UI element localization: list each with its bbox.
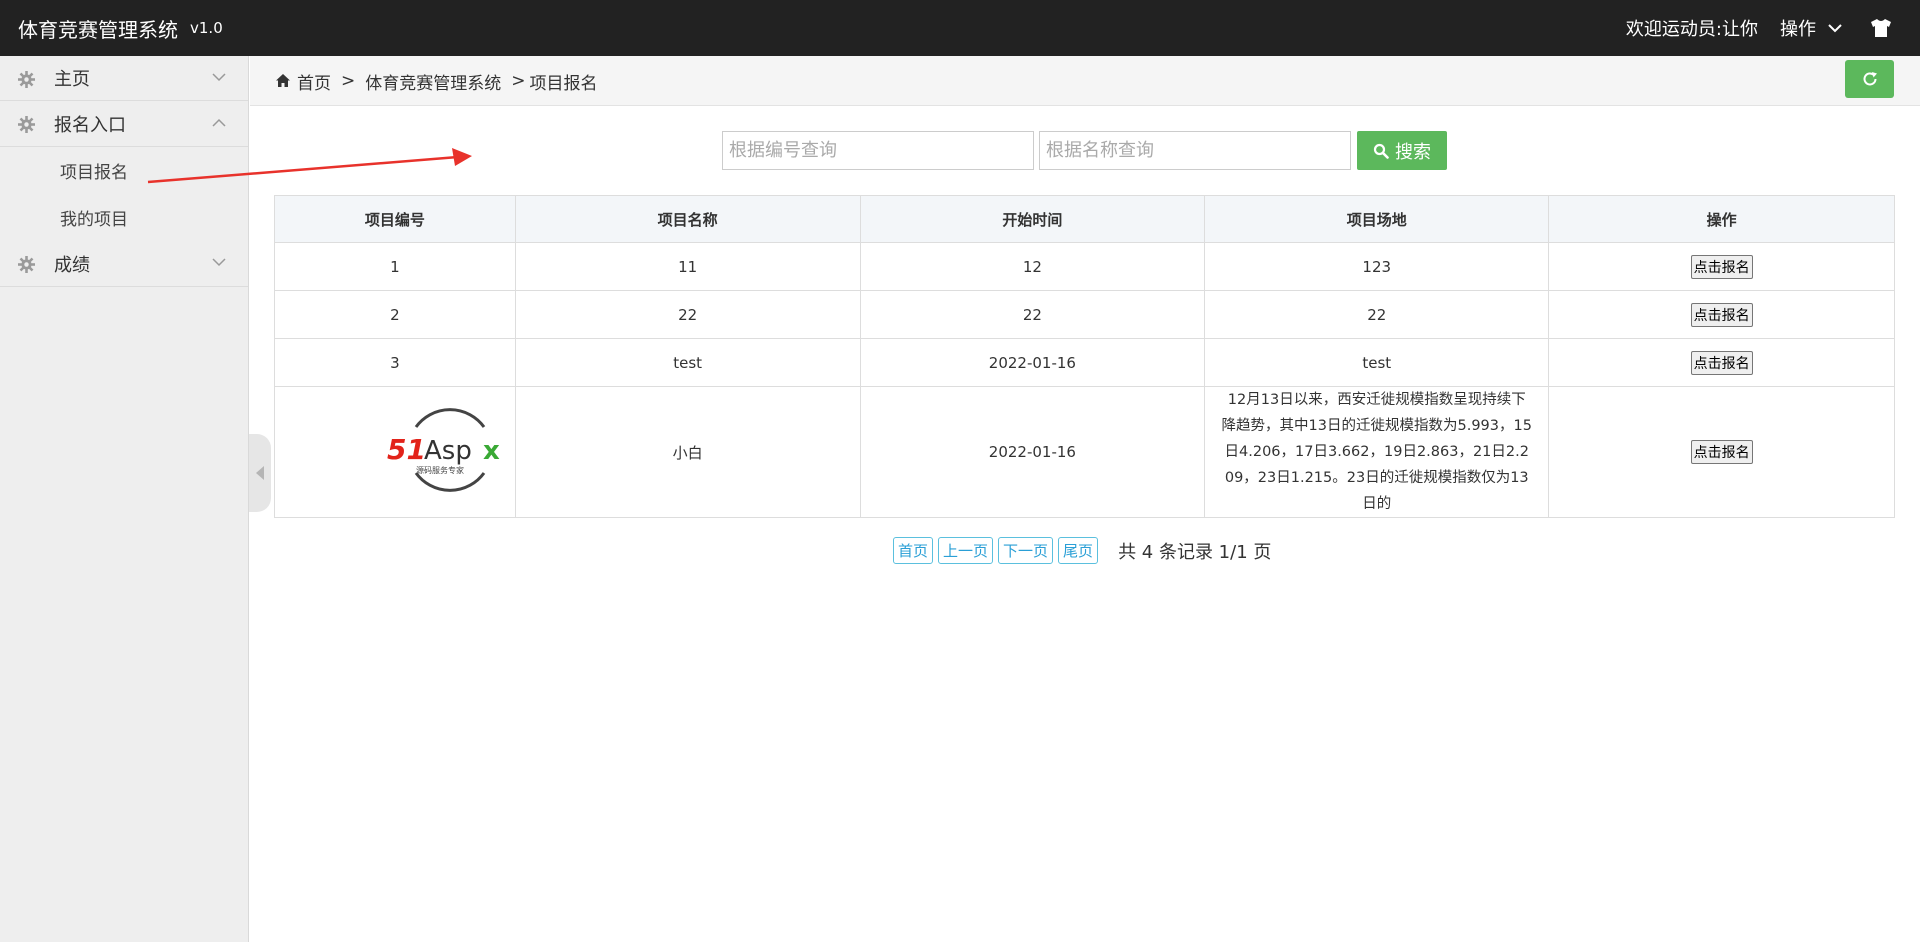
venue-description: 12月13日以来，西安迁徙规模指数呈现持续下降趋势，其中13日的迁徙规模指数为5… bbox=[1221, 392, 1532, 512]
cell-venue: 123 bbox=[1204, 242, 1550, 291]
pagination-info: 共 4 条记录 1/1 页 bbox=[1118, 541, 1272, 563]
breadcrumb-separator: > bbox=[511, 71, 526, 91]
operations-dropdown[interactable]: 操作 bbox=[1780, 15, 1842, 41]
svg-text:51: 51 bbox=[387, 433, 426, 466]
cell-venue: test bbox=[1204, 338, 1550, 387]
cell-action: 点击报名 bbox=[1548, 338, 1895, 387]
breadcrumb-separator: > bbox=[341, 71, 356, 91]
sidebar-group-label: 报名入口 bbox=[54, 114, 126, 136]
tshirt-icon[interactable] bbox=[1870, 16, 1894, 40]
svg-text:x: x bbox=[483, 436, 500, 466]
caret-left-icon bbox=[256, 466, 264, 480]
cell-id: 2 bbox=[274, 290, 516, 339]
cell-name: 22 bbox=[514, 290, 861, 339]
welcome-text: 欢迎运动员:让你 bbox=[1625, 19, 1758, 40]
sidebar-group-registration[interactable]: 报名入口 bbox=[0, 101, 248, 147]
svg-text:Asp: Asp bbox=[424, 436, 472, 466]
column-header: 项目场地 bbox=[1204, 195, 1550, 243]
column-header: 开始时间 bbox=[859, 195, 1206, 243]
operations-label: 操作 bbox=[1780, 19, 1816, 40]
register-button[interactable]: 点击报名 bbox=[1690, 350, 1753, 375]
table-header-row: 项目编号 项目名称 开始时间 项目场地 操作 bbox=[274, 195, 1895, 243]
cell-venue: 12月13日以来，西安迁徙规模指数呈现持续下降趋势，其中13日的迁徙规模指数为5… bbox=[1204, 386, 1550, 518]
projects-table: 项目编号 项目名称 开始时间 项目场地 操作 1 11 12 123 点击报名 … bbox=[274, 195, 1895, 518]
column-header: 操作 bbox=[1548, 195, 1895, 243]
breadcrumb: 首页 > 体育竞赛管理系统 > 项目报名 bbox=[275, 56, 598, 106]
cell-name: 11 bbox=[514, 242, 861, 291]
cell-id: 3 bbox=[274, 338, 516, 387]
pagination: 首页 上一页 下一页 尾页 共 4 条记录 1/1 页 bbox=[893, 537, 1271, 564]
cell-start: 2022-01-16 bbox=[859, 386, 1206, 518]
breadcrumb-bar: 首页 > 体育竞赛管理系统 > 项目报名 bbox=[250, 56, 1920, 106]
register-button[interactable]: 点击报名 bbox=[1690, 302, 1753, 327]
sidebar-item-my-projects[interactable]: 我的项目 bbox=[0, 193, 248, 241]
chevron-down-icon bbox=[1828, 23, 1842, 32]
refresh-button[interactable] bbox=[1845, 60, 1894, 98]
cell-start: 12 bbox=[859, 242, 1206, 291]
cell-name: test bbox=[514, 338, 861, 387]
search-by-name-input[interactable] bbox=[1039, 131, 1351, 170]
prev-page-button[interactable]: 上一页 bbox=[938, 537, 994, 564]
sidebar-item-label: 我的项目 bbox=[60, 209, 128, 230]
sidebar-collapse-toggle[interactable] bbox=[249, 434, 271, 512]
table-row: 51 Asp x 源码服务专家 小白 2022-01-16 12月13日以来，西… bbox=[274, 386, 1895, 518]
sidebar-group-label: 成绩 bbox=[54, 254, 90, 276]
table-row: 1 11 12 123 点击报名 bbox=[274, 242, 1895, 291]
chevron-up-icon bbox=[212, 118, 226, 127]
home-icon bbox=[275, 73, 291, 89]
top-navbar: 体育竞赛管理系统 v1.0 欢迎运动员:让你 操作 bbox=[0, 0, 1920, 56]
cell-start: 22 bbox=[859, 290, 1206, 339]
brand: 体育竞赛管理系统 v1.0 bbox=[18, 0, 223, 56]
breadcrumb-system[interactable]: 体育竞赛管理系统 bbox=[365, 69, 501, 94]
sidebar-group-label: 主页 bbox=[54, 69, 90, 90]
column-header: 项目编号 bbox=[274, 195, 516, 243]
refresh-icon bbox=[1863, 72, 1877, 86]
table-row: 2 22 22 22 点击报名 bbox=[274, 290, 1895, 339]
cell-action: 点击报名 bbox=[1548, 290, 1895, 339]
register-button[interactable]: 点击报名 bbox=[1690, 440, 1753, 464]
svg-text:源码服务专家: 源码服务专家 bbox=[416, 465, 464, 475]
register-button[interactable]: 点击报名 bbox=[1690, 254, 1753, 279]
gear-icon bbox=[18, 256, 35, 273]
column-header: 项目名称 bbox=[514, 195, 861, 243]
sidebar-item-label: 项目报名 bbox=[60, 162, 128, 183]
sidebar-item-project-registration[interactable]: 项目报名 bbox=[0, 147, 248, 193]
cell-id: 1 bbox=[274, 242, 516, 291]
app-version: v1.0 bbox=[190, 19, 223, 37]
search-by-code-input[interactable] bbox=[722, 131, 1034, 170]
cell-name: 小白 bbox=[514, 386, 861, 518]
sidebar: 主页 报名入口 项目报名 我的项目 成绩 bbox=[0, 56, 249, 942]
cell-venue: 22 bbox=[1204, 290, 1550, 339]
sidebar-group-home[interactable]: 主页 bbox=[0, 56, 248, 101]
gear-icon bbox=[18, 71, 35, 88]
table-row: 3 test 2022-01-16 test 点击报名 bbox=[274, 338, 1895, 387]
cell-start: 2022-01-16 bbox=[859, 338, 1206, 387]
cell-id: 51 Asp x 源码服务专家 bbox=[274, 386, 516, 518]
last-page-button[interactable]: 尾页 bbox=[1058, 537, 1099, 564]
search-button-label: 搜索 bbox=[1395, 141, 1431, 162]
chevron-down-icon bbox=[212, 258, 226, 267]
51aspx-logo: 51 Asp x 源码服务专家 bbox=[387, 408, 500, 492]
breadcrumb-current: 项目报名 bbox=[529, 73, 598, 94]
breadcrumb-home[interactable]: 首页 bbox=[297, 69, 331, 94]
cell-action: 点击报名 bbox=[1548, 386, 1895, 518]
search-icon bbox=[1373, 143, 1389, 159]
top-right-area: 欢迎运动员:让你 操作 bbox=[1626, 0, 1920, 56]
cell-action: 点击报名 bbox=[1548, 242, 1895, 291]
chevron-down-icon bbox=[212, 73, 226, 82]
search-button[interactable]: 搜索 bbox=[1357, 131, 1447, 170]
first-page-button[interactable]: 首页 bbox=[893, 537, 934, 564]
app-title: 体育竞赛管理系统 bbox=[18, 17, 178, 42]
next-page-button[interactable]: 下一页 bbox=[998, 537, 1054, 564]
sidebar-group-scores[interactable]: 成绩 bbox=[0, 241, 248, 287]
gear-icon bbox=[18, 116, 35, 133]
